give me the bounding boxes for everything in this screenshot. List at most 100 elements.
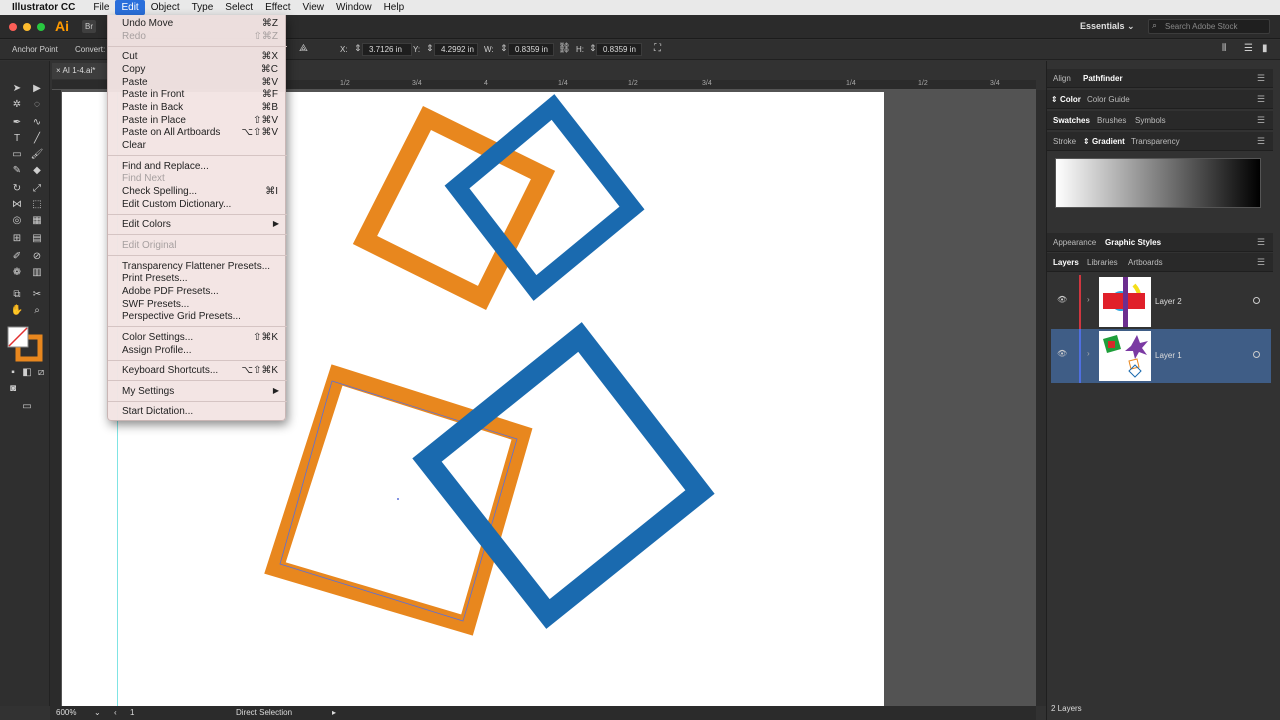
hand-tool-icon[interactable]: ✋: [10, 305, 24, 317]
shape-builder-tool-icon[interactable]: ◎: [10, 215, 24, 227]
tab-graphic-styles[interactable]: Graphic Styles: [1105, 238, 1161, 247]
blue-square-large[interactable]: [412, 322, 715, 629]
chevron-right-icon[interactable]: ›: [1087, 349, 1090, 358]
blue-square-small[interactable]: [444, 94, 645, 301]
app-name[interactable]: Illustrator CC: [12, 2, 75, 13]
menu-item-adobe-pdf-presets[interactable]: Adobe PDF Presets...: [108, 285, 287, 298]
stock-search-input[interactable]: Search Adobe Stock: [1148, 19, 1270, 34]
perspective-grid-tool-icon[interactable]: ▦: [30, 215, 44, 227]
bridge-button[interactable]: Br: [82, 20, 96, 33]
workspace-switcher[interactable]: Essentials ⌄: [1080, 21, 1135, 32]
panel-menu-icon[interactable]: ☰: [1257, 94, 1265, 105]
layer-name[interactable]: Layer 2: [1155, 297, 1182, 306]
panel-menu-icon[interactable]: ☰: [1257, 257, 1265, 268]
gradient-preview[interactable]: [1055, 158, 1261, 208]
minimize-window-button[interactable]: [23, 23, 31, 31]
tab-stroke[interactable]: Stroke: [1053, 137, 1076, 146]
previous-artboard-icon[interactable]: ‹: [114, 708, 117, 717]
close-window-button[interactable]: [9, 23, 17, 31]
scale-tool-icon[interactable]: ⤢: [30, 183, 44, 195]
menu-item-edit-custom-dictionary[interactable]: Edit Custom Dictionary...: [108, 198, 287, 211]
menu-item-copy[interactable]: Copy ⌘C: [108, 63, 287, 76]
tab-swatches[interactable]: Swatches: [1053, 116, 1090, 125]
visibility-eye-icon[interactable]: 👁: [1057, 349, 1067, 358]
target-icon[interactable]: [1253, 351, 1260, 358]
line-tool-icon[interactable]: ╱: [30, 133, 44, 145]
menu-file[interactable]: File: [87, 0, 115, 15]
chevron-right-icon[interactable]: ›: [1087, 295, 1090, 304]
blend-tool-icon[interactable]: ⊘: [30, 251, 44, 263]
layer-row[interactable]: 👁 › Layer 2: [1051, 275, 1271, 329]
paintbrush-tool-icon[interactable]: 🖌: [30, 149, 44, 161]
selection-tool-icon[interactable]: ➤: [10, 83, 24, 95]
tab-appearance[interactable]: Appearance: [1053, 238, 1096, 247]
tab-symbols[interactable]: Symbols: [1135, 116, 1166, 125]
menu-item-paste-in-back[interactable]: Paste in Back ⌘B: [108, 101, 287, 114]
graph-tool-icon[interactable]: ▥: [30, 267, 44, 279]
panel-menu-icon[interactable]: ☰: [1257, 237, 1265, 248]
menu-edit[interactable]: Edit: [115, 0, 145, 15]
menu-item-start-dictation[interactable]: Start Dictation...: [108, 405, 287, 418]
close-icon[interactable]: ×: [56, 66, 61, 75]
y-stepper-icon[interactable]: ⇕: [426, 43, 434, 54]
menu-item-paste-in-front[interactable]: Paste in Front ⌘F: [108, 88, 287, 101]
tab-brushes[interactable]: Brushes: [1097, 116, 1126, 125]
menu-object[interactable]: Object: [145, 0, 186, 15]
direct-selection-tool-icon[interactable]: ▶: [30, 83, 44, 95]
symbol-sprayer-tool-icon[interactable]: ❁: [10, 267, 24, 279]
w-field[interactable]: 0.8359 in: [508, 43, 554, 56]
x-field[interactable]: 3.7126 in: [362, 43, 412, 56]
menu-effect[interactable]: Effect: [259, 0, 296, 15]
menu-item-print-presets[interactable]: Print Presets...: [108, 272, 287, 285]
mesh-tool-icon[interactable]: ⊞: [10, 233, 24, 245]
artboard-number[interactable]: 1: [130, 708, 134, 717]
w-stepper-icon[interactable]: ⇕: [500, 43, 508, 54]
menu-help[interactable]: Help: [378, 0, 411, 15]
type-tool-icon[interactable]: T: [10, 133, 24, 145]
target-icon[interactable]: [1253, 297, 1260, 304]
x-stepper-icon[interactable]: ⇕: [354, 43, 362, 54]
shaper-tool-icon[interactable]: ✎: [10, 165, 24, 177]
h-field[interactable]: 0.8359 in: [596, 43, 642, 56]
rectangle-tool-icon[interactable]: ▭: [10, 149, 24, 161]
slice-tool-icon[interactable]: ✂: [30, 289, 44, 301]
menu-view[interactable]: View: [296, 0, 330, 15]
gradient-tool-icon[interactable]: ▤: [30, 233, 44, 245]
vertical-ruler[interactable]: [50, 90, 62, 706]
menu-window[interactable]: Window: [330, 0, 378, 15]
magic-wand-tool-icon[interactable]: ✲: [10, 99, 24, 111]
tab-color-guide[interactable]: Color Guide: [1087, 95, 1130, 104]
menu-item-perspective-grid-presets[interactable]: Perspective Grid Presets...: [108, 310, 287, 323]
y-field[interactable]: 4.2992 in: [434, 43, 478, 56]
layer-row[interactable]: 👁 › Layer 1: [1051, 329, 1271, 383]
transform-icon[interactable]: ⟁: [299, 43, 308, 54]
chevron-down-icon[interactable]: ⌄: [94, 708, 101, 717]
gradient-mode-icon[interactable]: ◧: [20, 367, 34, 379]
play-icon[interactable]: ▸: [332, 708, 336, 717]
zoom-tool-icon[interactable]: ⌕: [30, 305, 44, 317]
menu-type[interactable]: Type: [186, 0, 220, 15]
document-tab[interactable]: × AI 1-4.ai*: [52, 63, 108, 79]
align-icon[interactable]: ⫴: [1222, 43, 1226, 54]
tab-libraries[interactable]: Libraries: [1087, 258, 1118, 267]
menu-item-cut[interactable]: Cut ⌘X: [108, 50, 287, 63]
menu-item-clear[interactable]: Clear: [108, 139, 287, 152]
tab-transparency[interactable]: Transparency: [1131, 137, 1180, 146]
menu-item-check-spelling[interactable]: Check Spelling... ⌘I: [108, 185, 287, 198]
eraser-tool-icon[interactable]: ◆: [30, 165, 44, 177]
link-proportions-icon[interactable]: ⛓: [558, 43, 571, 54]
vertical-scrollbar[interactable]: [1036, 90, 1046, 706]
draw-mode-icon[interactable]: ◙: [6, 383, 20, 395]
menu-select[interactable]: Select: [219, 0, 259, 15]
panel-menu-icon[interactable]: ☰: [1257, 136, 1265, 147]
pen-tool-icon[interactable]: ✒: [10, 117, 24, 129]
menu-item-assign-profile[interactable]: Assign Profile...: [108, 344, 287, 357]
none-mode-icon[interactable]: ⧄: [34, 367, 48, 379]
panel-menu-icon[interactable]: ☰: [1257, 73, 1265, 84]
fill-stroke-swatch[interactable]: [6, 325, 44, 363]
panel-menu-icon[interactable]: ☰: [1244, 43, 1253, 54]
layer-name[interactable]: Layer 1: [1155, 351, 1182, 360]
tab-align[interactable]: Align: [1053, 74, 1071, 83]
eyedropper-tool-icon[interactable]: ✐: [10, 251, 24, 263]
panel-menu-icon[interactable]: ☰: [1257, 115, 1265, 126]
